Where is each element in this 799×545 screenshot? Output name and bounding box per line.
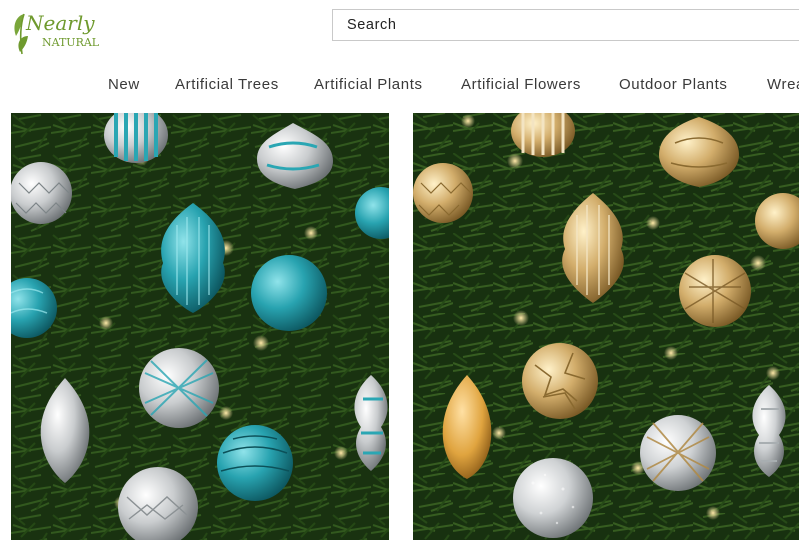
main-nav: New Artificial Trees Artificial Plants A… (0, 74, 799, 96)
nav-item-new[interactable]: New (108, 74, 140, 96)
svg-text:Nearly: Nearly (25, 11, 95, 35)
nearly-natural-logo-icon: Nearly NATURAL (14, 11, 100, 55)
product-image-teal-ornaments[interactable] (11, 113, 389, 540)
search-input[interactable] (333, 10, 799, 40)
svg-text:NATURAL: NATURAL (42, 36, 100, 49)
search-bar[interactable] (332, 9, 799, 41)
nav-item-outdoor-plants[interactable]: Outdoor Plants (619, 74, 727, 96)
nav-item-artificial-flowers[interactable]: Artificial Flowers (461, 74, 581, 96)
nav-item-wreaths[interactable]: Wrea (767, 74, 799, 96)
product-image-gold-ornaments[interactable] (413, 113, 799, 540)
nav-item-artificial-plants[interactable]: Artificial Plants (314, 74, 423, 96)
teal-ornaments-photo (11, 113, 389, 540)
nav-item-artificial-trees[interactable]: Artificial Trees (175, 74, 279, 96)
gold-ornaments-photo (413, 113, 799, 540)
brand-logo[interactable]: Nearly NATURAL (10, 6, 110, 58)
site-header: Nearly NATURAL New Artificial Trees Arti… (0, 0, 799, 112)
